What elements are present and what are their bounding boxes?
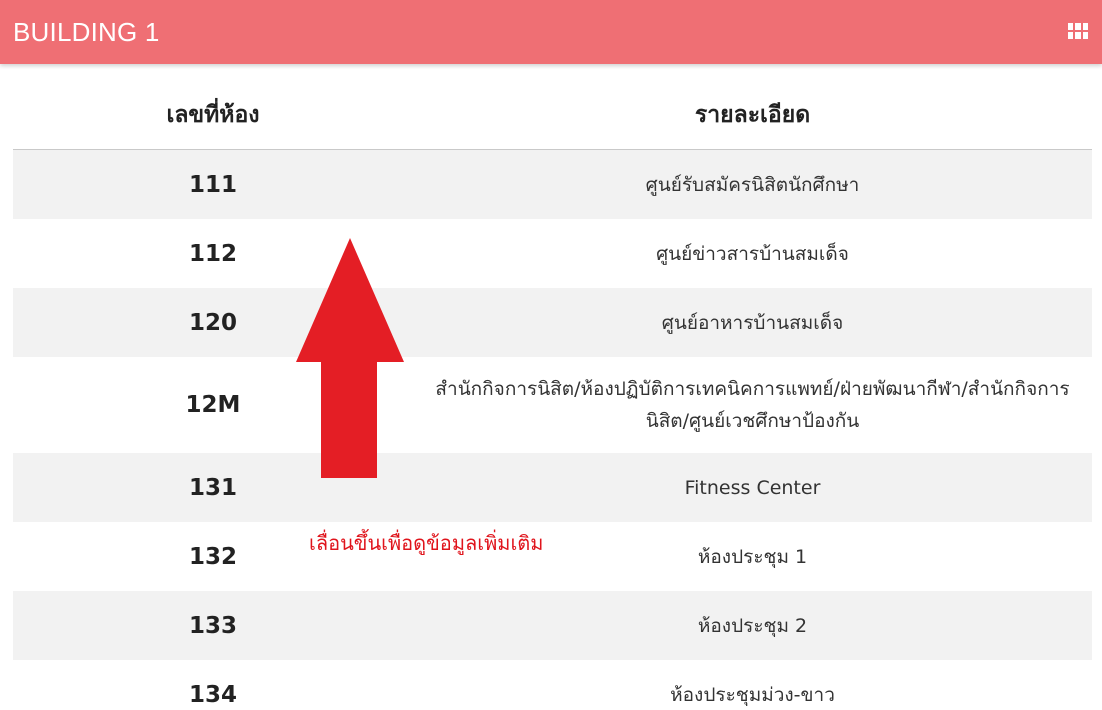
room-table: เลขที่ห้อง รายละเอียด 111 ศูนย์รับสมัครน… (13, 80, 1092, 710)
room-number: 111 (188, 171, 237, 198)
room-description: ศูนย์รับสมัครนิสิตนักศึกษา (645, 173, 860, 196)
table-row[interactable]: 111 ศูนย์รับสมัครนิสิตนักศึกษา (13, 150, 1092, 219)
table-row[interactable]: 132 ห้องประชุม 1 (13, 522, 1092, 591)
room-description: ห้องประชุม 2 (697, 614, 808, 637)
grid-icon[interactable] (1068, 23, 1088, 39)
room-description: ศูนย์ข่าวสารบ้านสมเด็จ (656, 242, 849, 265)
page: BUILDING 1 เลขที่ห้อง รายละเอียด 111 ศูน… (0, 0, 1102, 710)
room-description: ศูนย์อาหารบ้านสมเด็จ (661, 311, 844, 334)
room-number: 133 (188, 612, 237, 639)
table-row[interactable]: 120 ศูนย์อาหารบ้านสมเด็จ (13, 288, 1092, 357)
scroll-hint: เลื่อนขึ้นเพื่อดูข้อมูลเพิ่มเติม (309, 531, 544, 555)
table-row[interactable]: 112 ศูนย์ข่าวสารบ้านสมเด็จ (13, 219, 1092, 288)
column-header-description: รายละเอียด (694, 101, 811, 128)
room-description: สำนักกิจการนิสิต/ห้องปฏิบัติการเทคนิคการ… (435, 378, 1070, 432)
room-number: 134 (188, 681, 237, 708)
room-description: Fitness Center (684, 476, 821, 499)
app-header: BUILDING 1 (0, 0, 1102, 64)
arrow-up-icon (296, 238, 404, 478)
table-row[interactable]: 12M สำนักกิจการนิสิต/ห้องปฏิบัติการเทคนิ… (13, 357, 1092, 453)
table-row[interactable]: 134 ห้องประชุมม่วง-ขาว (13, 660, 1092, 710)
table-row[interactable]: 133 ห้องประชุม 2 (13, 591, 1092, 660)
column-header-room: เลขที่ห้อง (166, 101, 260, 128)
table-row[interactable]: 131 Fitness Center (13, 453, 1092, 522)
page-title: BUILDING 1 (13, 17, 160, 47)
room-description: ห้องประชุมม่วง-ขาว (670, 683, 835, 706)
room-number: 131 (188, 474, 237, 501)
table-header: เลขที่ห้อง รายละเอียด (13, 80, 1092, 150)
